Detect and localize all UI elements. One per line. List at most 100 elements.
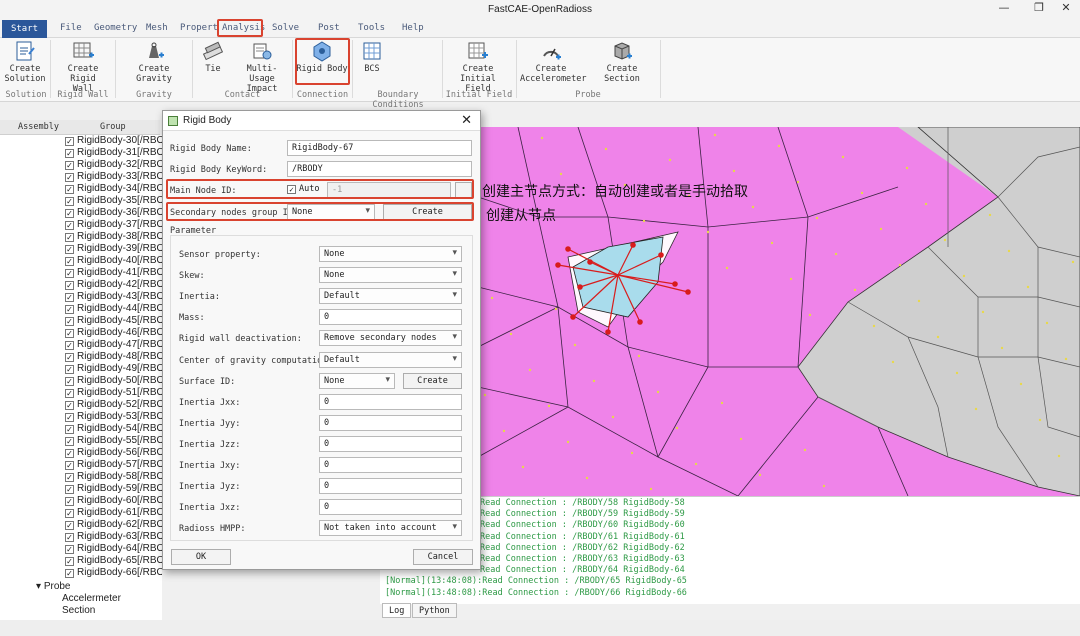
tree-item[interactable]: ✓ RigidBody-44[/RBO: [65, 303, 162, 315]
checkbox-checked-icon[interactable]: ✓: [65, 413, 74, 422]
menu-mesh[interactable]: Mesh: [146, 23, 168, 33]
param-select[interactable]: None: [319, 372, 395, 389]
tab-log[interactable]: Log: [382, 603, 412, 618]
rigid-body-button[interactable]: Rigid Body: [296, 40, 348, 74]
param-input[interactable]: 0: [319, 435, 462, 452]
tree-section[interactable]: Section: [62, 605, 95, 616]
tree-item[interactable]: ✓ RigidBody-49[/RBO: [65, 363, 162, 375]
param-select[interactable]: None: [319, 267, 462, 284]
tree-item[interactable]: ✓ RigidBody-35[/RBO: [65, 195, 162, 207]
menu-help[interactable]: Help: [402, 23, 424, 33]
tree-item[interactable]: ✓ RigidBody-58[/RBO: [65, 471, 162, 483]
checkbox-checked-icon[interactable]: ✓: [65, 569, 74, 578]
menu-geometry[interactable]: Geometry: [94, 23, 137, 33]
tree-item[interactable]: ✓ RigidBody-43[/RBO: [65, 291, 162, 303]
param-select[interactable]: Default: [319, 351, 462, 368]
tree-item[interactable]: ✓ RigidBody-30[/RBO: [65, 135, 162, 147]
checkbox-checked-icon[interactable]: ✓: [65, 365, 74, 374]
restore-icon[interactable]: ❐: [1025, 1, 1053, 17]
checkbox-checked-icon[interactable]: ✓: [65, 245, 74, 254]
menu-post[interactable]: Post: [318, 23, 340, 33]
checkbox-checked-icon[interactable]: ✓: [65, 137, 74, 146]
tree-item[interactable]: ✓ RigidBody-57[/RBO: [65, 459, 162, 471]
tree-item[interactable]: ✓ RigidBody-51[/RBO: [65, 387, 162, 399]
tab-assembly[interactable]: Assembly: [18, 122, 59, 132]
create-section-button[interactable]: Create Section: [588, 40, 656, 84]
checkbox-checked-icon[interactable]: ✓: [65, 149, 74, 158]
cancel-button[interactable]: Cancel: [413, 549, 473, 565]
param-input[interactable]: 0: [319, 393, 462, 410]
create-rigid-wall-button[interactable]: Create Rigid Wall: [54, 40, 112, 94]
tree-item[interactable]: ✓ RigidBody-59[/RBO: [65, 483, 162, 495]
tree-item[interactable]: ✓RigidBody-66[/RBODY]: [65, 567, 162, 579]
tree-item[interactable]: ✓ RigidBody-61[/RBO: [65, 507, 162, 519]
menu-file[interactable]: File: [60, 23, 82, 33]
param-select[interactable]: Remove secondary nodes: [319, 330, 462, 347]
checkbox-checked-icon[interactable]: ✓: [65, 221, 74, 230]
param-input[interactable]: 0: [319, 309, 462, 326]
tree-item[interactable]: ✓ RigidBody-65[/RBO: [65, 555, 162, 567]
checkbox-checked-icon[interactable]: ✓: [65, 317, 74, 326]
tree-item[interactable]: ✓ RigidBody-46[/RBO: [65, 327, 162, 339]
bcs-button[interactable]: BCS: [358, 40, 386, 74]
checkbox-checked-icon[interactable]: ✓: [65, 509, 74, 518]
checkbox-checked-icon[interactable]: ✓: [65, 341, 74, 350]
checkbox-checked-icon[interactable]: ✓: [65, 473, 74, 482]
tree-item[interactable]: ✓ RigidBody-55[/RBO: [65, 435, 162, 447]
tree-item[interactable]: ✓ RigidBody-42[/RBO: [65, 279, 162, 291]
create-solution-button[interactable]: Create Solution: [4, 40, 46, 84]
checkbox-checked-icon[interactable]: ✓: [65, 461, 74, 470]
checkbox-checked-icon[interactable]: ✓: [65, 497, 74, 506]
minimize-icon[interactable]: —: [990, 1, 1018, 17]
tab-python[interactable]: Python: [412, 603, 457, 618]
checkbox-checked-icon[interactable]: ✓: [65, 305, 74, 314]
menu-analysis[interactable]: Analysis: [222, 23, 265, 33]
checkbox-checked-icon[interactable]: ✓: [65, 437, 74, 446]
checkbox-checked-icon[interactable]: ✓: [65, 401, 74, 410]
dialog-close-icon[interactable]: ✕: [461, 113, 472, 128]
tree-item[interactable]: ✓ RigidBody-38[/RBO: [65, 231, 162, 243]
create-gravity-button[interactable]: Create Gravity: [120, 40, 188, 84]
checkbox-checked-icon[interactable]: ✓: [65, 353, 74, 362]
create-secondary-group-button[interactable]: Create: [383, 204, 472, 220]
checkbox-checked-icon[interactable]: ✓: [65, 425, 74, 434]
tab-group[interactable]: Group: [100, 122, 126, 132]
checkbox-checked-icon[interactable]: ✓: [65, 533, 74, 542]
tree-item[interactable]: ✓ RigidBody-53[/RBO: [65, 411, 162, 423]
param-select[interactable]: Not taken into account: [319, 520, 462, 537]
checkbox-checked-icon[interactable]: ✓: [65, 281, 74, 290]
tree-item[interactable]: ✓ RigidBody-41[/RBO: [65, 267, 162, 279]
pick-node-button[interactable]: [455, 182, 472, 198]
tree-item[interactable]: ✓ RigidBody-50[/RBO: [65, 375, 162, 387]
menu-solve[interactable]: Solve: [272, 23, 299, 33]
checkbox-checked-icon[interactable]: ✓: [65, 293, 74, 302]
param-input[interactable]: 0: [319, 457, 462, 473]
tree-item[interactable]: ✓ RigidBody-37[/RBO: [65, 219, 162, 231]
tree-item[interactable]: ✓ RigidBody-45[/RBO: [65, 315, 162, 327]
checkbox-checked-icon[interactable]: ✓: [65, 329, 74, 338]
auto-checkbox[interactable]: ✓ Auto: [287, 184, 319, 194]
tree-item[interactable]: ✓ RigidBody-63[/RBO: [65, 531, 162, 543]
tree-item[interactable]: ✓ RigidBody-40[/RBO: [65, 255, 162, 267]
param-input[interactable]: 0: [319, 499, 462, 516]
checkbox-checked-icon[interactable]: ✓: [65, 269, 74, 278]
param-select[interactable]: Default: [319, 288, 462, 305]
checkbox-checked-icon[interactable]: ✓: [65, 521, 74, 530]
tree-item[interactable]: ✓ RigidBody-47[/RBO: [65, 339, 162, 351]
checkbox-checked-icon[interactable]: ✓: [65, 389, 74, 398]
param-input[interactable]: 0: [319, 478, 462, 495]
chevron-down-icon[interactable]: ▾: [36, 581, 44, 592]
menu-property[interactable]: Property: [180, 23, 218, 33]
menu-tools[interactable]: Tools: [358, 23, 385, 33]
create-accelerometer-button[interactable]: Create Accelerometer: [520, 40, 587, 84]
tree-item[interactable]: ✓ RigidBody-64[/RBO: [65, 543, 162, 555]
checkbox-checked-icon[interactable]: ✓: [65, 185, 74, 194]
tree-item[interactable]: ✓ RigidBody-54[/RBO: [65, 423, 162, 435]
menu-start[interactable]: Start: [2, 20, 47, 38]
tree-item[interactable]: ✓ RigidBody-34[/RBO: [65, 183, 162, 195]
checkbox-checked-icon[interactable]: ✓: [65, 545, 74, 554]
param-input[interactable]: 0: [319, 414, 462, 431]
close-icon[interactable]: ✕: [1052, 1, 1080, 17]
checkbox-checked-icon[interactable]: ✓: [65, 173, 74, 182]
tree-item[interactable]: ✓ RigidBody-32[/RBO: [65, 159, 162, 171]
